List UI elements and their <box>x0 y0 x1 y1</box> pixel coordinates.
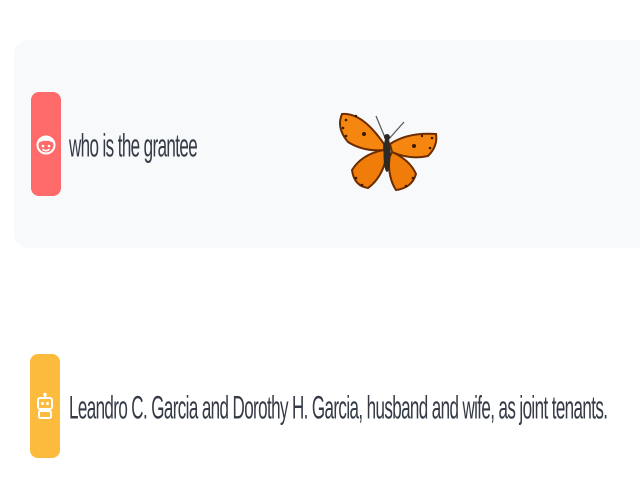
chat-page: who is the grantee Leandro C. Garcia and… <box>0 0 640 480</box>
user-message-bubble: who is the grantee <box>14 40 640 248</box>
user-face-icon <box>36 135 56 155</box>
robot-icon <box>37 392 53 419</box>
user-message-text: who is the grantee <box>69 128 198 165</box>
butterfly-icon <box>339 112 438 192</box>
bot-avatar <box>30 354 60 458</box>
user-avatar <box>31 92 61 196</box>
bot-message-text: Leandro C. Garcia and Dorothy H. Garcia,… <box>69 390 608 427</box>
